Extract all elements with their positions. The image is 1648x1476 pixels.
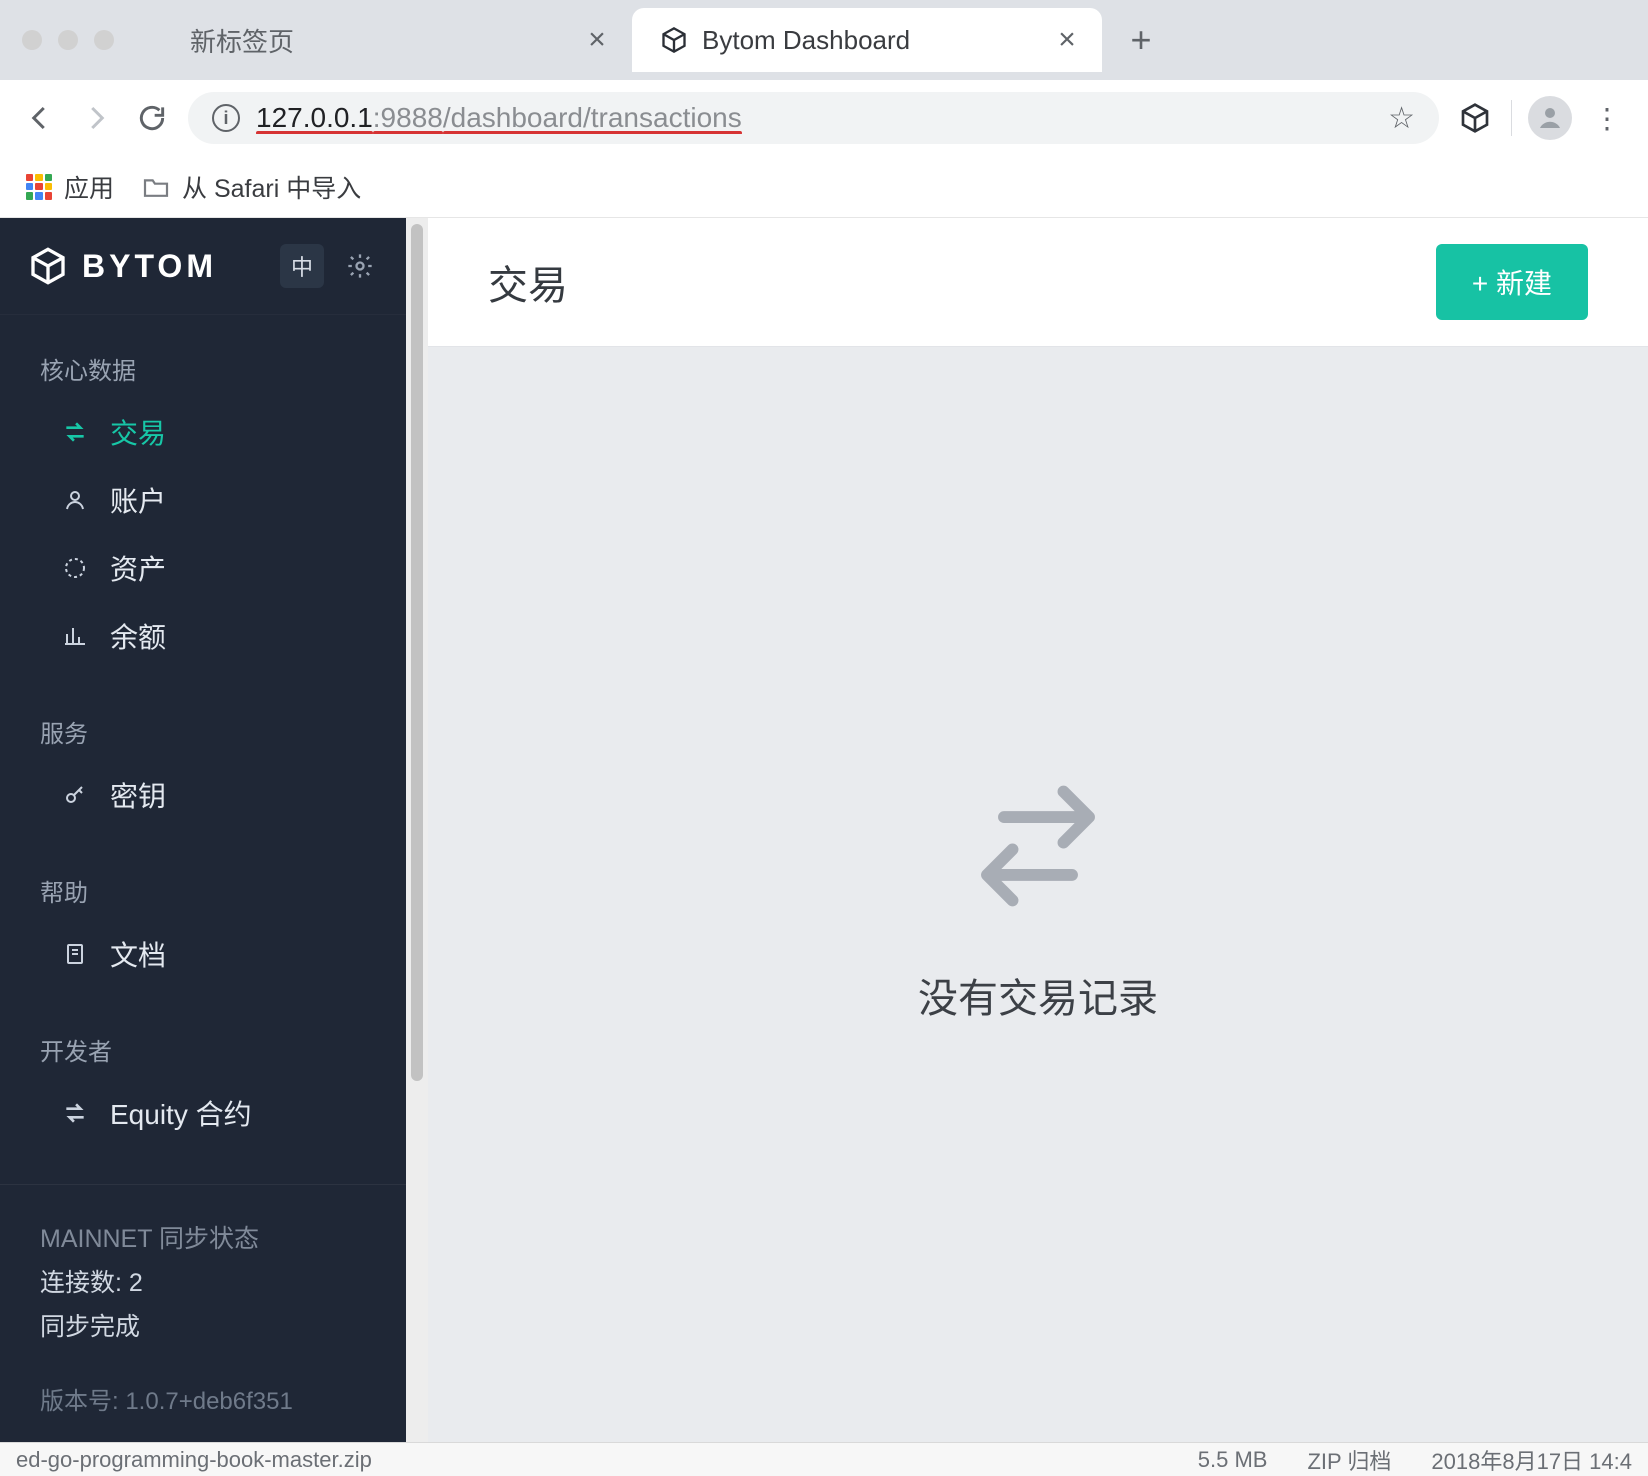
sidebar-item-equity[interactable]: Equity 合约 bbox=[0, 1079, 406, 1147]
circle-dashed-icon bbox=[60, 556, 90, 580]
brand[interactable]: BYTOM bbox=[28, 246, 262, 286]
sync-title: MAINNET 同步状态 bbox=[40, 1219, 366, 1255]
sidebar-section-help: 帮助 文档 bbox=[0, 837, 406, 996]
tab-bytom-dashboard[interactable]: Bytom Dashboard × bbox=[632, 8, 1102, 72]
download-kind: ZIP 归档 bbox=[1307, 1444, 1391, 1476]
sidebar-item-label: Equity 合约 bbox=[110, 1093, 252, 1133]
bookmark-bar: 应用 从 Safari 中导入 bbox=[0, 156, 1648, 218]
sidebar-item-label: 密钥 bbox=[110, 775, 166, 815]
close-icon[interactable]: × bbox=[582, 23, 612, 57]
site-info-icon[interactable]: i bbox=[212, 104, 240, 132]
version-label: 版本号: 1.0.7+deb6f351 bbox=[0, 1377, 406, 1442]
window-max-dot[interactable] bbox=[94, 30, 114, 50]
download-date: 2018年8月17日 14:4 bbox=[1431, 1444, 1632, 1476]
sidebar-heading-dev: 开发者 bbox=[0, 1016, 406, 1079]
bookmark-folder-label: 从 Safari 中导入 bbox=[182, 169, 361, 205]
sidebar-item-balances[interactable]: 余额 bbox=[0, 602, 406, 670]
sidebar-item-label: 账户 bbox=[110, 480, 166, 520]
page-title: 交易 bbox=[488, 253, 568, 311]
bookmark-star-icon[interactable]: ☆ bbox=[1388, 101, 1415, 136]
sidebar-section-services: 服务 密钥 bbox=[0, 678, 406, 837]
sync-status-box: MAINNET 同步状态 连接数: 2 同步完成 bbox=[0, 1185, 406, 1377]
window-close-dot[interactable] bbox=[22, 30, 42, 50]
separator bbox=[1511, 100, 1512, 136]
bar-chart-icon bbox=[60, 624, 90, 648]
sidebar-item-label: 资产 bbox=[110, 548, 166, 588]
apps-grid-icon bbox=[26, 174, 52, 200]
window-traffic-lights bbox=[22, 30, 114, 50]
language-toggle[interactable]: 中 bbox=[280, 244, 324, 288]
folder-icon bbox=[142, 176, 170, 198]
empty-state-message: 没有交易记录 bbox=[918, 966, 1158, 1024]
sync-connections: 连接数: 2 bbox=[40, 1263, 366, 1299]
settings-gear-icon[interactable] bbox=[342, 248, 378, 284]
brand-text: BYTOM bbox=[82, 248, 217, 285]
profile-avatar-icon[interactable] bbox=[1528, 96, 1572, 140]
close-icon[interactable]: × bbox=[1052, 23, 1082, 57]
app-viewport: BYTOM 中 核心数据 交易 账户 bbox=[0, 218, 1648, 1442]
bytom-favicon-icon bbox=[660, 26, 688, 54]
new-tab-button[interactable]: + bbox=[1116, 15, 1166, 65]
tab-label: 新标签页 bbox=[190, 22, 568, 59]
reload-icon[interactable] bbox=[132, 98, 172, 138]
sidebar-item-accounts[interactable]: 账户 bbox=[0, 466, 406, 534]
forward-icon bbox=[76, 98, 116, 138]
sidebar-item-docs[interactable]: 文档 bbox=[0, 920, 406, 988]
sidebar-section-core: 核心数据 交易 账户 资产 bbox=[0, 315, 406, 678]
sidebar-section-dev: 开发者 Equity 合约 bbox=[0, 996, 406, 1155]
sidebar-header: BYTOM 中 bbox=[0, 218, 406, 315]
url-port: :9888 bbox=[373, 102, 443, 133]
tab-new-tab[interactable]: 新标签页 × bbox=[162, 8, 632, 72]
browser-toolbar: i 127.0.0.1:9888/dashboard/transactions … bbox=[0, 80, 1648, 156]
bytom-logo-icon bbox=[28, 246, 68, 286]
apps-shortcut[interactable]: 应用 bbox=[26, 169, 114, 205]
user-icon bbox=[60, 488, 90, 512]
scrollbar-track[interactable] bbox=[406, 218, 428, 1442]
sidebar-heading-services: 服务 bbox=[0, 698, 406, 761]
sidebar-item-label: 交易 bbox=[110, 412, 166, 452]
url-host: 127.0.0.1 bbox=[256, 102, 373, 133]
tab-label: Bytom Dashboard bbox=[702, 25, 1038, 56]
key-icon bbox=[60, 783, 90, 807]
download-size: 5.5 MB bbox=[1198, 1447, 1268, 1473]
window-min-dot[interactable] bbox=[58, 30, 78, 50]
download-bar: ed-go-programming-book-master.zip 5.5 MB… bbox=[0, 1442, 1648, 1476]
sidebar-heading-help: 帮助 bbox=[0, 857, 406, 920]
url-text: 127.0.0.1:9888/dashboard/transactions bbox=[256, 102, 1372, 134]
sidebar-item-label: 文档 bbox=[110, 934, 166, 974]
swap-icon bbox=[60, 419, 90, 445]
sidebar-heading-core: 核心数据 bbox=[0, 335, 406, 398]
browser-chrome: 新标签页 × Bytom Dashboard × + i 127.0.0.1:9… bbox=[0, 0, 1648, 218]
page-header: 交易 + 新建 bbox=[428, 218, 1648, 347]
language-badge-label: 中 bbox=[291, 250, 313, 282]
sync-status: 同步完成 bbox=[40, 1307, 366, 1343]
apps-label: 应用 bbox=[64, 169, 114, 205]
url-path: /dashboard/transactions bbox=[443, 102, 742, 133]
swap-icon bbox=[60, 1100, 90, 1126]
browser-menu-icon[interactable]: ⋮ bbox=[1588, 98, 1628, 138]
empty-state: 没有交易记录 bbox=[428, 347, 1648, 1442]
main-content: 交易 + 新建 没有交易记录 bbox=[428, 218, 1648, 1442]
download-filename[interactable]: ed-go-programming-book-master.zip bbox=[16, 1447, 1158, 1473]
sidebar: BYTOM 中 核心数据 交易 账户 bbox=[0, 218, 406, 1442]
document-icon bbox=[60, 942, 90, 966]
back-icon[interactable] bbox=[20, 98, 60, 138]
bookmark-folder-safari-import[interactable]: 从 Safari 中导入 bbox=[142, 169, 361, 205]
new-transaction-button[interactable]: + 新建 bbox=[1436, 244, 1588, 320]
address-bar[interactable]: i 127.0.0.1:9888/dashboard/transactions … bbox=[188, 92, 1439, 144]
sidebar-item-label: 余额 bbox=[110, 616, 166, 656]
scrollbar-thumb[interactable] bbox=[411, 224, 423, 1081]
sidebar-item-keys[interactable]: 密钥 bbox=[0, 761, 406, 829]
extension-bytom-icon[interactable] bbox=[1455, 98, 1495, 138]
arrows-exchange-icon bbox=[953, 766, 1123, 926]
sidebar-item-transactions[interactable]: 交易 bbox=[0, 398, 406, 466]
tab-strip: 新标签页 × Bytom Dashboard × + bbox=[0, 0, 1648, 80]
sidebar-item-assets[interactable]: 资产 bbox=[0, 534, 406, 602]
